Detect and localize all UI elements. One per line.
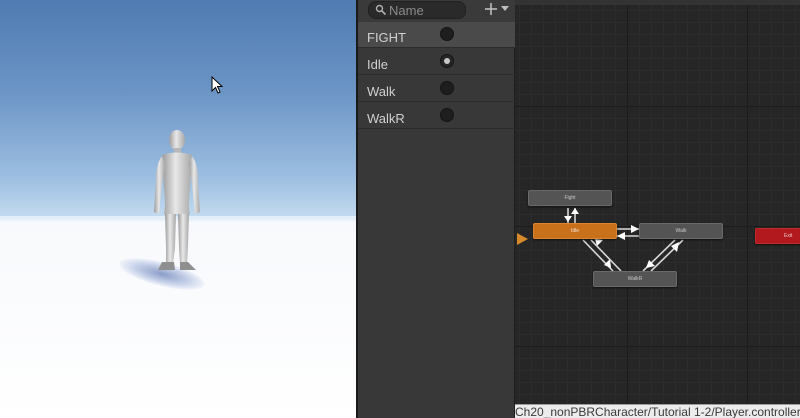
plus-icon	[485, 3, 497, 15]
search-field[interactable]	[368, 1, 466, 19]
parameters-panel: FIGHT Idle Walk WalkR	[358, 0, 515, 418]
search-icon[interactable]	[375, 4, 387, 16]
parameter-toggle[interactable]	[440, 54, 454, 68]
transition-lines	[564, 208, 684, 272]
breadcrumb[interactable]: Ch20_nonPBRCharacter/Tutorial 1-2/Player…	[515, 405, 800, 418]
parameter-name[interactable]: FIGHT	[367, 30, 406, 45]
entry-arrow-icon	[517, 233, 528, 245]
parameter-row-fight[interactable]: FIGHT	[358, 22, 515, 48]
transition-arrow	[631, 225, 639, 233]
parameter-toggle[interactable]	[440, 27, 454, 41]
parameter-row-walk[interactable]: Walk	[358, 76, 515, 102]
parameter-name[interactable]: WalkR	[367, 111, 405, 126]
parameters-toolbar	[358, 0, 515, 22]
state-node-walk[interactable]: Walk	[639, 223, 723, 239]
transition-arrow	[617, 232, 625, 240]
chevron-down-icon	[501, 6, 509, 11]
scene-view[interactable]	[0, 0, 356, 418]
transition-walkr-idle	[590, 239, 622, 272]
state-node-walkr[interactable]: WalkR	[593, 271, 677, 287]
parameter-row-idle[interactable]: Idle	[358, 49, 515, 75]
mouse-pointer-icon	[211, 76, 223, 94]
animator-graph[interactable]: Fight Idle Walk WalkR Exit Ch20_nonPBRCh…	[515, 0, 800, 418]
exit-node[interactable]: Exit	[755, 228, 800, 244]
state-node-idle[interactable]: Idle	[533, 223, 617, 239]
parameter-name[interactable]: Idle	[367, 57, 388, 72]
search-input[interactable]	[389, 2, 461, 18]
parameter-toggle[interactable]	[440, 81, 454, 95]
parameter-toggle[interactable]	[440, 108, 454, 122]
add-parameter-button[interactable]	[484, 0, 512, 20]
parameter-name[interactable]: Walk	[367, 84, 395, 99]
state-node-fight[interactable]: Fight	[528, 190, 612, 206]
transition-arrow	[571, 208, 579, 214]
character-model[interactable]	[150, 128, 210, 274]
breadcrumb-bar: Ch20_nonPBRCharacter/Tutorial 1-2/Player…	[515, 404, 800, 418]
transition-arrow	[564, 216, 572, 222]
parameter-row-walkr[interactable]: WalkR	[358, 103, 515, 129]
